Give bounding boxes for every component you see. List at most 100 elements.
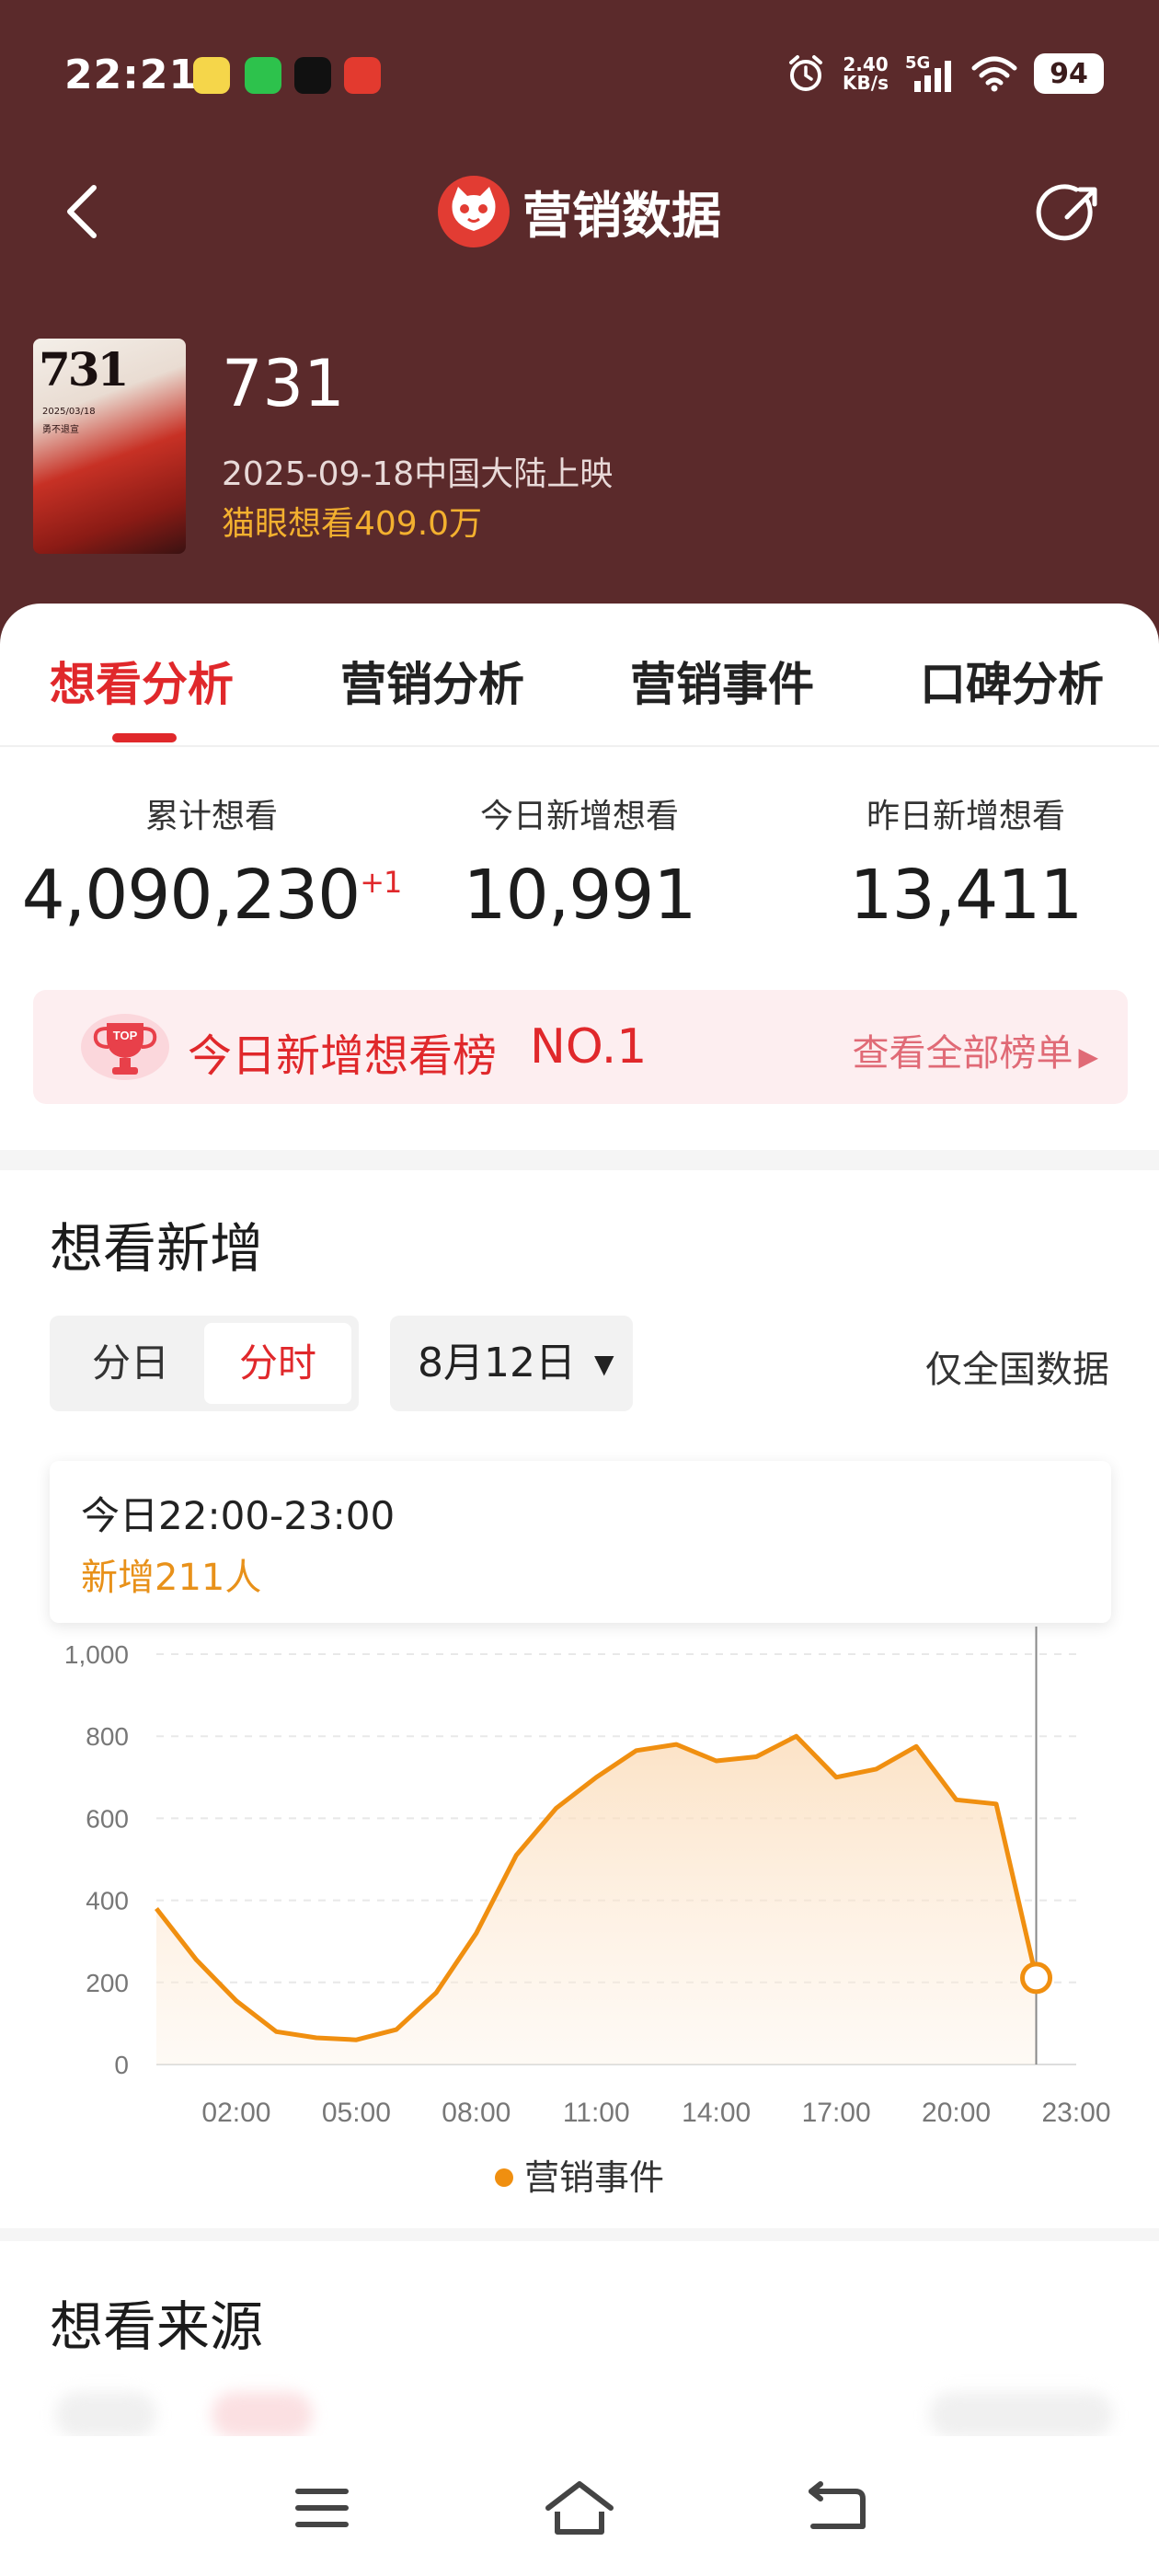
stat-label: 累计想看	[144, 798, 278, 835]
blurred-content	[929, 2392, 1113, 2438]
highlighted-point[interactable]	[1020, 1961, 1053, 1995]
y-tick-label: 0	[114, 2051, 129, 2079]
nav-title-group: 营销数据	[0, 175, 1159, 247]
x-tick-label: 05:00	[322, 2098, 391, 2128]
app-notification-icon	[193, 57, 230, 94]
header: 22:21 2.40 KB/s 5G 94 营销数据 731 2025/03/1…	[0, 0, 1159, 662]
data-point[interactable]	[474, 1930, 479, 1936]
legend-label: 营销事件	[523, 2157, 664, 2198]
release-info: 2025-09-18中国大陆上映	[222, 455, 614, 493]
system-nav-bar	[0, 2436, 1159, 2576]
wechat-icon	[245, 57, 281, 94]
data-point[interactable]	[794, 1733, 799, 1739]
date-dropdown-value: 8月12日	[418, 1340, 576, 1386]
trophy-icon: TOP	[81, 1014, 169, 1080]
section-divider	[0, 1150, 1159, 1170]
data-point[interactable]	[273, 2029, 279, 2034]
y-tick-label: 200	[86, 1969, 129, 1997]
stat-label: 今日新增想看	[479, 798, 679, 835]
data-point[interactable]	[314, 2035, 319, 2041]
chart-tooltip: 今日22:00-23:00 新增211人	[50, 1461, 1111, 1623]
rank-number: NO.1	[530, 1019, 648, 1075]
data-point[interactable]	[673, 1742, 679, 1747]
chart-legend[interactable]: 营销事件	[0, 2149, 1159, 2200]
net-speed-value: 2.40	[843, 53, 889, 75]
y-tick-label: 800	[86, 1722, 129, 1751]
date-dropdown[interactable]: 8月12日 ▼	[390, 1316, 633, 1411]
tab-reputation-analysis[interactable]: 口碑分析	[920, 648, 1104, 714]
movie-poster[interactable]: 731 2025/03/18 勇不退宣	[33, 339, 186, 554]
data-point[interactable]	[193, 1957, 199, 1962]
stat-total-want: 累计想看 4,090,230+1	[18, 789, 405, 935]
view-all-rank-link[interactable]: 查看全部榜单 ▶	[852, 1023, 1098, 1076]
stat-value: 4,090,230	[21, 856, 361, 935]
rank-banner[interactable]: TOP 今日新增想看榜 NO.1 查看全部榜单 ▶	[33, 990, 1128, 1104]
data-point[interactable]	[353, 2037, 359, 2042]
data-point[interactable]	[634, 1748, 639, 1754]
nav-bar: 营销数据	[0, 166, 1159, 258]
signal-label: 5G	[905, 53, 931, 73]
trophy-badge-text: TOP	[113, 1029, 138, 1042]
x-tick-label: 17:00	[802, 2098, 871, 2128]
view-all-rank-label: 查看全部榜单	[852, 1032, 1073, 1075]
data-point[interactable]	[833, 1775, 839, 1780]
seg-by-hour-button[interactable]: 分时	[204, 1323, 351, 1404]
wifi-icon	[971, 56, 1017, 92]
data-point[interactable]	[753, 1754, 759, 1760]
legend-dot-icon	[494, 2168, 513, 2187]
data-point[interactable]	[154, 1906, 159, 1912]
signal-icon: 5G	[905, 53, 955, 94]
source-section-title: 想看来源	[50, 2295, 264, 2358]
data-point[interactable]	[394, 2027, 399, 2032]
page-title: 营销数据	[522, 187, 721, 245]
app-notification-icon	[344, 57, 381, 94]
data-point[interactable]	[513, 1853, 519, 1858]
stat-value: 10,991	[463, 856, 697, 935]
seg-by-day-button[interactable]: 分日	[57, 1323, 204, 1404]
menu-icon[interactable]	[285, 2478, 359, 2537]
data-point[interactable]	[234, 1998, 239, 2004]
section-divider	[0, 2228, 1159, 2241]
tooltip-value: 新增211人	[81, 1557, 262, 1599]
tooltip-time: 今日22:00-23:00	[81, 1493, 396, 1538]
y-tick-label: 400	[86, 1887, 129, 1915]
poster-date: 2025/03/18	[42, 407, 96, 417]
data-point[interactable]	[554, 1805, 559, 1811]
granularity-toggle: 分日 分时	[50, 1316, 359, 1411]
want-section-title: 想看新增	[50, 1217, 264, 1280]
home-icon[interactable]	[543, 2478, 616, 2537]
tab-bar: 想看分析 营销分析 营销事件 口碑分析	[0, 604, 1159, 747]
status-bar: 22:21 2.40 KB/s 5G 94	[0, 0, 1159, 147]
poster-tagline: 勇不退宣	[42, 425, 79, 435]
data-point[interactable]	[874, 1766, 879, 1772]
data-point[interactable]	[593, 1775, 599, 1780]
rank-title: 今日新增想看榜	[188, 1030, 498, 1082]
tab-want-analysis[interactable]: 想看分析	[50, 648, 234, 714]
want-count: 猫眼想看409.0万	[222, 505, 483, 543]
y-tick-label: 1,000	[64, 1640, 129, 1669]
status-time: 22:21	[64, 52, 199, 98]
poster-title: 731	[39, 342, 129, 397]
data-point[interactable]	[433, 1990, 439, 1995]
tab-marketing-analysis[interactable]: 营销分析	[340, 648, 524, 714]
x-tick-label: 23:00	[1041, 2098, 1110, 2128]
x-tick-label: 11:00	[563, 2098, 630, 2128]
alarm-icon	[789, 55, 823, 91]
tab-marketing-events[interactable]: 营销事件	[630, 648, 814, 714]
data-point[interactable]	[913, 1743, 919, 1749]
net-speed-unit: KB/s	[843, 72, 889, 94]
share-icon[interactable]	[1036, 180, 1104, 248]
capcut-icon	[294, 57, 331, 94]
data-point[interactable]	[954, 1797, 959, 1802]
data-point[interactable]	[714, 1758, 719, 1764]
battery-indicator: 94	[1034, 53, 1104, 94]
movie-info: 731 2025/03/18 勇不退宣 731 2025-09-18中国大陆上映…	[33, 339, 1137, 569]
want-hourly-chart[interactable]: 1,000 800 600 400 200 0 02:00 05:00 08:00 11:00 1…	[0, 1627, 1159, 2142]
data-point[interactable]	[993, 1801, 999, 1807]
stat-today-want: 今日新增想看 10,991	[386, 789, 773, 935]
back-nav-icon[interactable]	[800, 2478, 874, 2537]
net-speed: 2.40 KB/s	[843, 55, 889, 92]
tab-active-indicator	[112, 733, 177, 742]
maoyan-cat-logo-icon	[438, 175, 510, 247]
x-tick-label: 20:00	[922, 2098, 991, 2128]
